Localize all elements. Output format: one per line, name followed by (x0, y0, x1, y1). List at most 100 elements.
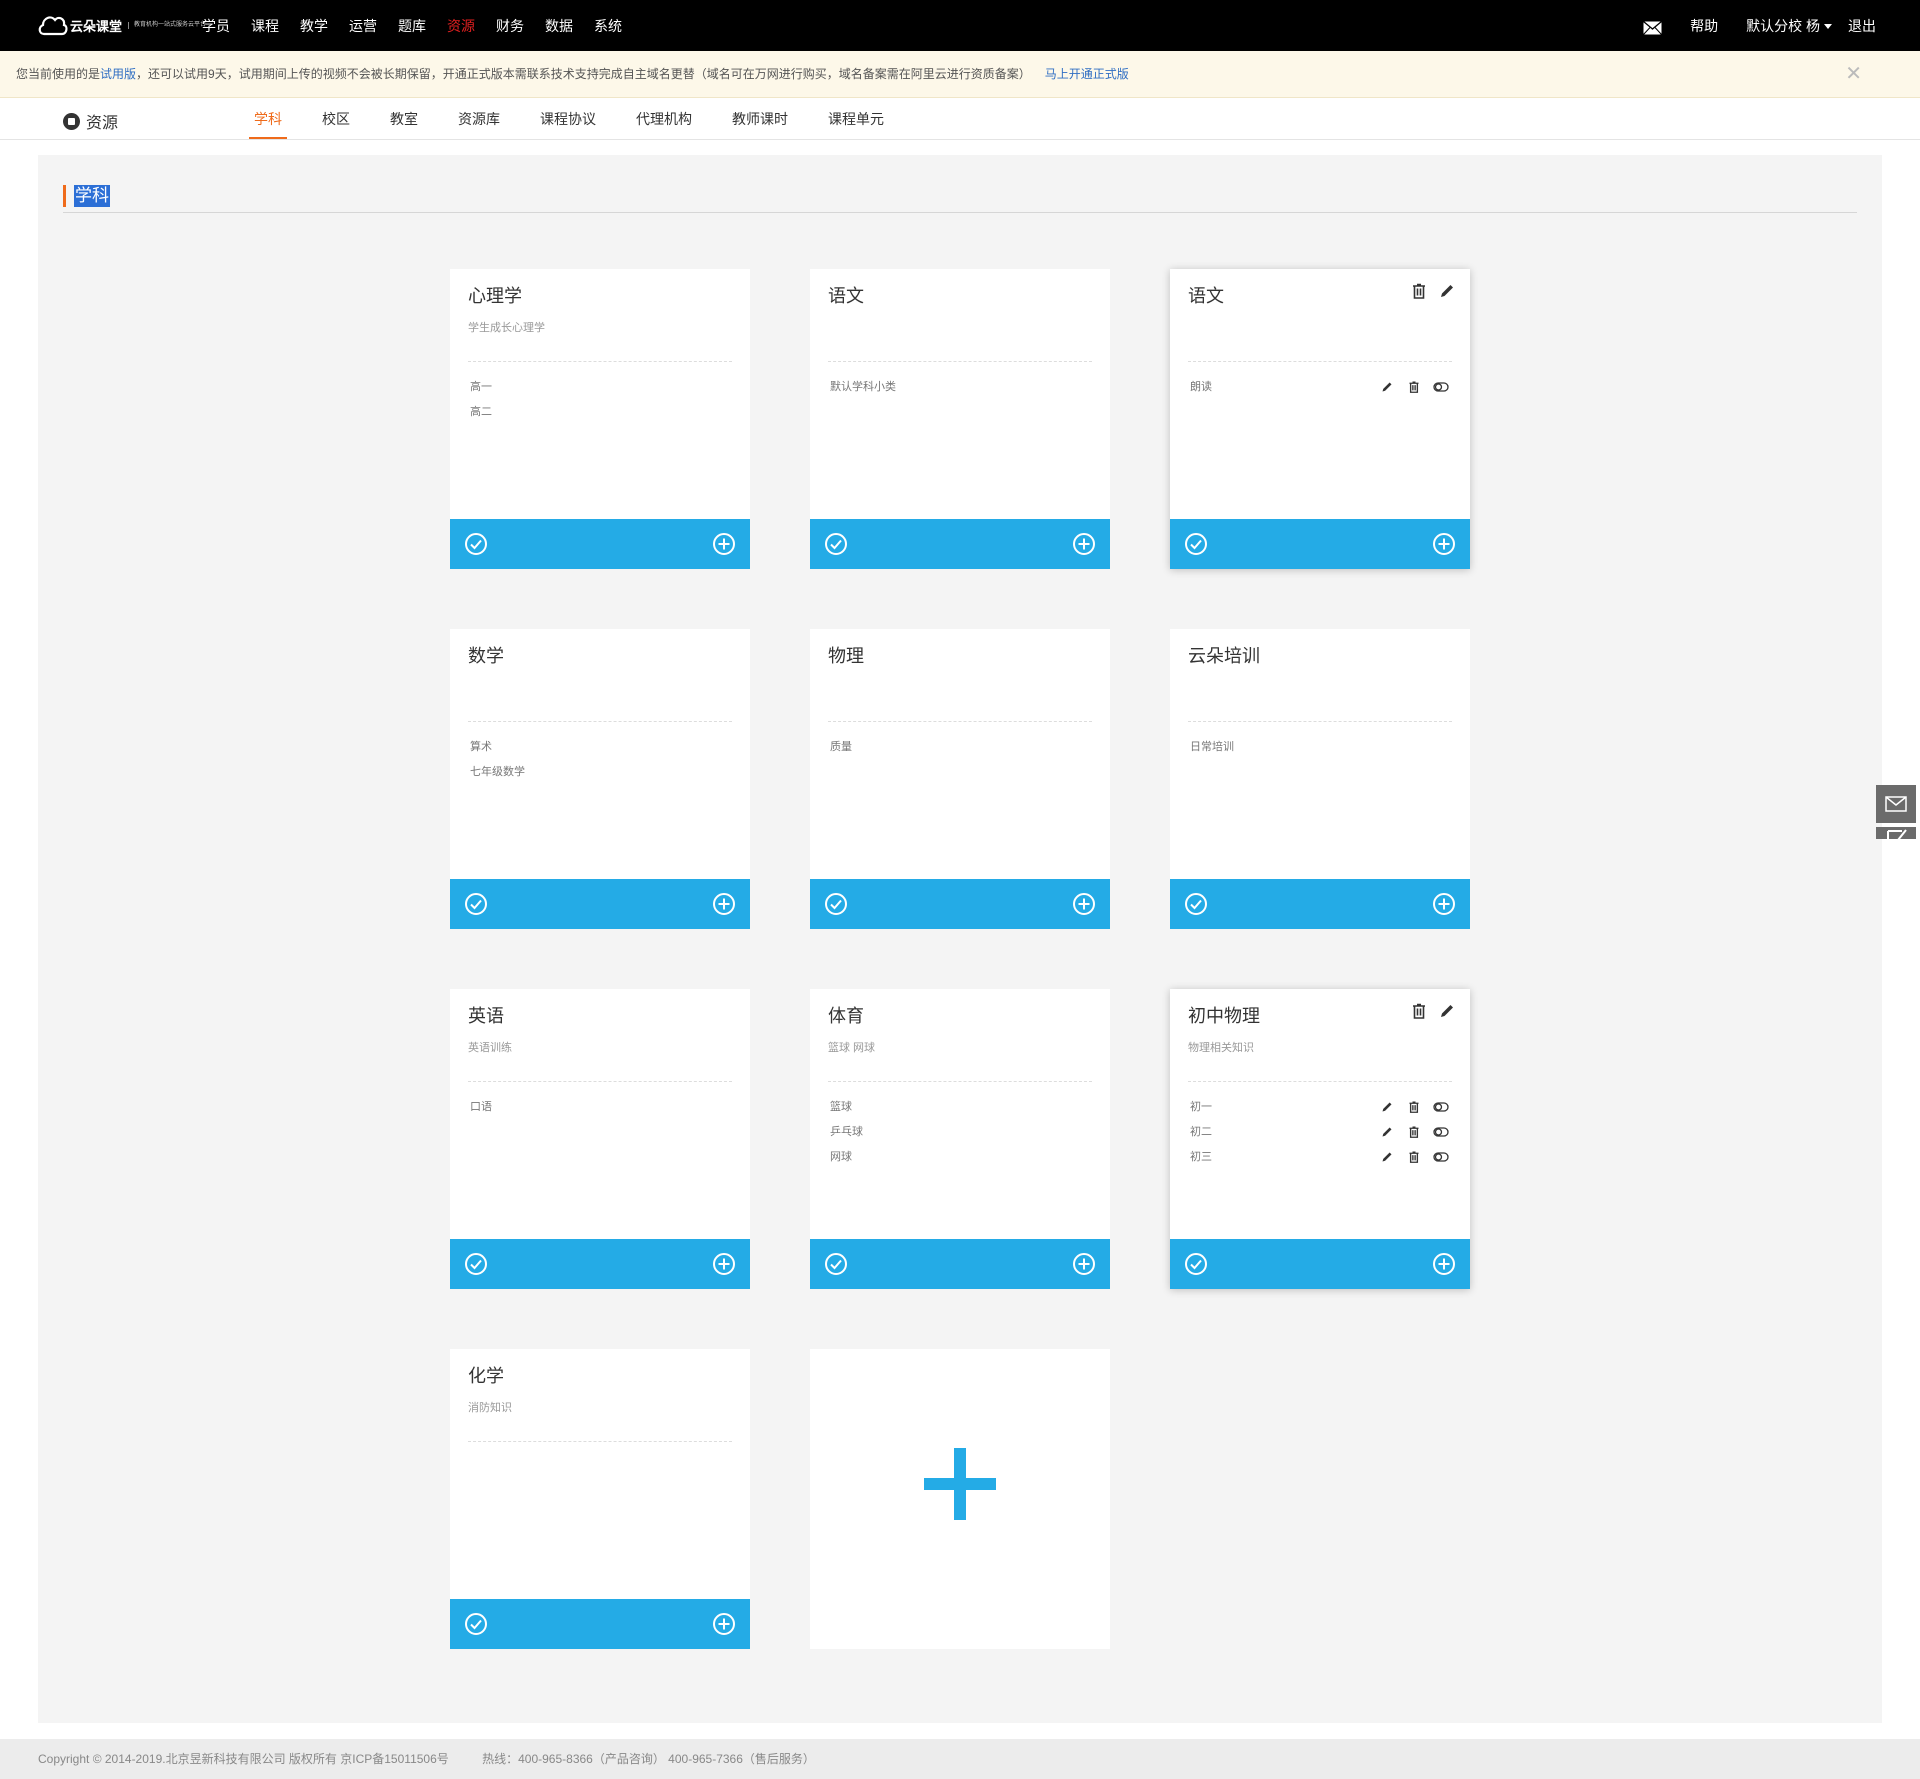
tab-item[interactable]: 校区 (322, 98, 350, 140)
check-circle-icon[interactable] (464, 1252, 488, 1276)
card-title: 初中物理 (1188, 1006, 1260, 1026)
section-header: 学科 (63, 183, 1857, 213)
pencil-icon[interactable] (1438, 282, 1456, 300)
category-item[interactable]: 高一 (468, 380, 732, 405)
pencil-icon[interactable] (1438, 1002, 1456, 1020)
category-item[interactable]: 默认学科小类 (828, 380, 1092, 405)
nav-item[interactable]: 题库 (398, 16, 426, 36)
plus-circle-icon[interactable] (712, 1252, 736, 1276)
header-right: 帮助 默认分校 杨 退出 (1643, 0, 1876, 51)
pencil-icon[interactable] (1379, 1100, 1395, 1114)
trash-icon[interactable] (1410, 1002, 1428, 1020)
category-item[interactable]: 朗读 (1188, 380, 1452, 405)
category-list: 高一 高二 (468, 380, 732, 430)
sub-tabs: 学科 校区 教室 资源库 课程协议 代理机构 教师课时 课程单元 (249, 98, 924, 140)
category-tools (1368, 380, 1449, 394)
nav-item[interactable]: 资源 (447, 16, 475, 36)
category-item[interactable]: 初三 (1188, 1150, 1452, 1175)
tab-item[interactable]: 教室 (390, 98, 418, 140)
school-selector[interactable]: 默认分校 杨 (1746, 16, 1836, 36)
category-item[interactable]: 篮球 (828, 1100, 1092, 1125)
check-circle-icon[interactable] (464, 1612, 488, 1636)
tab-item[interactable]: 课程协议 (540, 98, 596, 140)
category-item[interactable]: 网球 (828, 1150, 1092, 1175)
trash-icon[interactable] (1406, 1125, 1422, 1139)
tab-item[interactable]: 教师课时 (732, 98, 788, 140)
help-link[interactable]: 帮助 (1690, 16, 1718, 36)
check-circle-icon[interactable] (464, 892, 488, 916)
pencil-icon[interactable] (1379, 1150, 1395, 1164)
card-divider (468, 721, 732, 722)
subject-card: 初中物理物理相关知识初一 初二 初三 (1170, 989, 1470, 1289)
card-title: 英语 (468, 1006, 504, 1026)
check-circle-icon[interactable] (824, 1252, 848, 1276)
tab-item[interactable]: 代理机构 (636, 98, 692, 140)
category-list: 算术 七年级数学 (468, 740, 732, 790)
add-subject-card[interactable] (810, 1349, 1110, 1649)
category-item[interactable]: 高二 (468, 405, 732, 430)
toggle-icon[interactable] (1433, 1100, 1449, 1114)
brand-tagline: 教育机构一站式服务云平台 (128, 21, 206, 29)
nav-item[interactable]: 数据 (545, 16, 573, 36)
card-description: 篮球 网球 (828, 1042, 876, 1054)
nav-item[interactable]: 学员 (202, 16, 230, 36)
check-circle-icon[interactable] (824, 532, 848, 556)
trash-icon[interactable] (1406, 1150, 1422, 1164)
mail-icon[interactable] (1643, 20, 1663, 35)
trial-version-link[interactable]: 试用版 (100, 67, 136, 81)
open-formal-link[interactable]: 马上开通正式版 (1045, 67, 1129, 81)
card-description: 物理相关知识 (1188, 1042, 1254, 1054)
category-item[interactable]: 七年级数学 (468, 765, 732, 790)
card-footer (450, 1239, 750, 1289)
close-icon[interactable]: ✕ (1845, 64, 1862, 84)
card-title: 心理学 (468, 286, 522, 306)
plus-circle-icon[interactable] (712, 1612, 736, 1636)
trash-icon[interactable] (1410, 282, 1428, 300)
category-item[interactable]: 初一 (1188, 1100, 1452, 1125)
tab-item[interactable]: 课程单元 (828, 98, 884, 140)
tab-item[interactable]: 资源库 (458, 98, 500, 140)
plus-circle-icon[interactable] (1432, 892, 1456, 916)
category-tools (1368, 1100, 1449, 1114)
category-item[interactable]: 日常培训 (1188, 740, 1452, 765)
card-description: 英语训练 (468, 1042, 512, 1054)
pencil-icon[interactable] (1379, 380, 1395, 394)
plus-circle-icon[interactable] (1072, 892, 1096, 916)
toggle-icon[interactable] (1433, 1125, 1449, 1139)
category-item[interactable]: 算术 (468, 740, 732, 765)
check-circle-icon[interactable] (1184, 892, 1208, 916)
plus-circle-icon[interactable] (1432, 1252, 1456, 1276)
check-circle-icon[interactable] (464, 532, 488, 556)
card-footer (1170, 1239, 1470, 1289)
pencil-icon[interactable] (1379, 1125, 1395, 1139)
plus-circle-icon[interactable] (712, 532, 736, 556)
card-footer (810, 519, 1110, 569)
category-item[interactable]: 口语 (468, 1100, 732, 1125)
trash-icon[interactable] (1406, 1100, 1422, 1114)
plus-circle-icon[interactable] (712, 892, 736, 916)
check-circle-icon[interactable] (824, 892, 848, 916)
logout-link[interactable]: 退出 (1848, 16, 1876, 36)
category-item[interactable]: 初二 (1188, 1125, 1452, 1150)
check-circle-icon[interactable] (1184, 1252, 1208, 1276)
side-edit-button[interactable] (1876, 827, 1916, 839)
check-circle-icon[interactable] (1184, 532, 1208, 556)
brand-logo[interactable]: 云朵课堂 教育机构一站式服务云平台 (38, 8, 206, 42)
nav-item[interactable]: 教学 (300, 16, 328, 36)
nav-item[interactable]: 财务 (496, 16, 524, 36)
card-description: 学生成长心理学 (468, 322, 545, 334)
nav-item[interactable]: 系统 (594, 16, 622, 36)
toggle-icon[interactable] (1433, 1150, 1449, 1164)
category-item[interactable]: 质量 (828, 740, 1092, 765)
plus-circle-icon[interactable] (1072, 1252, 1096, 1276)
nav-item[interactable]: 运营 (349, 16, 377, 36)
main-content: 学科 心理学 学生成长心理学 高一 高二 语文 默认学科小类 语文 朗读 数学 算术 七年级数学 物理… (38, 155, 1882, 1723)
category-item[interactable]: 乒乓球 (828, 1125, 1092, 1150)
nav-item[interactable]: 课程 (251, 16, 279, 36)
plus-circle-icon[interactable] (1432, 532, 1456, 556)
toggle-icon[interactable] (1433, 380, 1449, 394)
side-mail-button[interactable] (1876, 785, 1916, 823)
trash-icon[interactable] (1406, 380, 1422, 394)
tab-item[interactable]: 学科 (249, 98, 287, 140)
plus-circle-icon[interactable] (1072, 532, 1096, 556)
